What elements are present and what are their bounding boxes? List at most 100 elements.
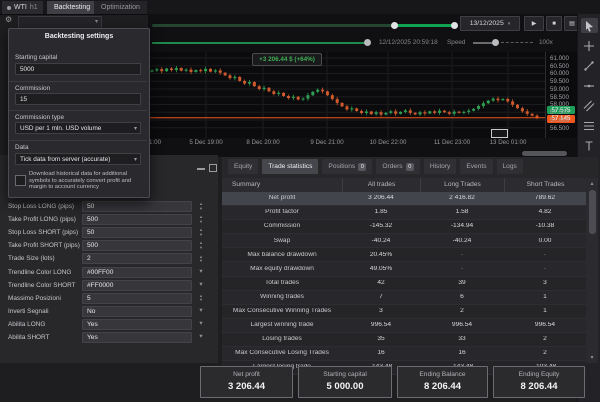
tab-optimization[interactable]: Optimization <box>94 1 147 14</box>
stepper-icon[interactable]: ▴ ▾ <box>192 201 210 211</box>
tab-logs[interactable]: Logs <box>496 159 523 174</box>
stop-icon: ■ <box>552 20 556 27</box>
tab-backtesting[interactable]: Backtesting <box>47 1 98 14</box>
stop-button[interactable]: ■ <box>546 16 562 31</box>
expand-panel-icon[interactable] <box>209 164 217 172</box>
instrument-label: WTI <box>14 4 27 11</box>
horizontal-line-icon[interactable] <box>581 78 598 93</box>
download-data-checkbox[interactable] <box>15 175 26 186</box>
commission-input[interactable]: 15 <box>15 93 141 105</box>
crosshair-icon[interactable] <box>581 38 598 53</box>
playback-progress[interactable] <box>152 42 368 44</box>
speed-slider-remainder <box>501 42 533 43</box>
range-end-handle[interactable] <box>451 22 458 29</box>
parameter-value-input[interactable]: 2 <box>82 253 192 265</box>
fibonacci-retracement-icon[interactable] <box>581 118 598 133</box>
starting-capital-input[interactable]: 5000 <box>15 63 141 75</box>
time-tick: 1:00 <box>149 139 162 146</box>
stats-row[interactable]: Max balance drawdown 20.45% - - <box>222 248 586 263</box>
end-date-value: 13/12/2025 <box>469 20 504 27</box>
stats-row[interactable]: Largest winning trade 996.54 996.54 996.54 <box>222 318 586 333</box>
chart-horizontal-scrollbar[interactable] <box>522 151 567 156</box>
stats-row[interactable]: Swap -40.24 -40.24 0.00 <box>222 234 586 249</box>
stats-row[interactable]: Commission -145.32 -134.94 -10.38 <box>222 220 586 235</box>
parameter-label: Inverti Segnali <box>8 307 49 315</box>
stats-row[interactable]: Max Consecutive Winning Trades 3 2 1 <box>222 304 586 319</box>
tab-events[interactable]: Events <box>460 159 493 174</box>
parameters-list: Stop Loss LONG (pips) 50 ▴ ▾ Take Profit LON… <box>0 200 218 344</box>
backtesting-settings-popup: Backtesting settings Starting capital 50… <box>8 28 150 198</box>
tab-trade-statistics[interactable]: Trade statistics <box>262 159 319 174</box>
stat-value: 996.54 <box>370 322 392 329</box>
scroll-down-icon[interactable]: ▾ <box>586 354 598 361</box>
tab-chart-wti[interactable]: WTI h1 <box>2 1 43 14</box>
parameter-value-input[interactable]: #FF0000 <box>82 279 192 291</box>
trend-line-icon[interactable] <box>581 58 598 73</box>
parameter-value-input[interactable]: 500 <box>82 214 192 226</box>
parameter-value-input[interactable]: No <box>82 305 192 317</box>
speed-slider[interactable] <box>473 42 494 44</box>
price-tick: 58.500 <box>550 93 569 101</box>
stepper-icon[interactable]: ▴ ▾ <box>192 227 210 237</box>
parameter-label: Stop Loss SHORT (pips) <box>8 229 79 237</box>
stats-row[interactable]: Winning trades 7 6 1 <box>222 290 586 305</box>
scroll-up-icon[interactable]: ▴ <box>586 180 598 187</box>
stepper-icon[interactable]: ▴ ▾ <box>192 240 210 250</box>
tab-label: Events <box>466 163 487 170</box>
parameter-label: Take Profit LONG (pips) <box>8 216 76 224</box>
tab-history[interactable]: History <box>423 159 457 174</box>
chevron-down-icon[interactable]: ▾ <box>192 268 210 276</box>
range-start-handle[interactable] <box>391 22 398 29</box>
summary-label: Starting capital <box>323 371 367 378</box>
data-source-select[interactable]: Tick data from server (accurate) ▾ <box>15 153 141 165</box>
stat-value: -10.38 <box>535 223 555 230</box>
stepper-icon[interactable]: ▴ ▾ <box>192 254 210 264</box>
tab-positions[interactable]: Positions 0 <box>322 159 373 174</box>
chevron-down-icon[interactable]: ▾ <box>192 308 210 315</box>
parameter-value-input[interactable]: Yes <box>82 331 192 343</box>
tab-orders[interactable]: Orders 0 <box>376 159 420 174</box>
stats-row[interactable]: Max Consecutive Losing Trades 16 16 2 <box>222 347 586 362</box>
summary-label: Net profit <box>233 371 260 378</box>
gear-icon[interactable]: ⚙ <box>5 15 12 24</box>
tab-label: Logs <box>502 163 517 170</box>
tab-label: Orders <box>382 163 403 170</box>
scrollbar-thumb[interactable] <box>588 190 596 234</box>
parameter-value-input[interactable]: 50 <box>82 201 192 213</box>
tab-optimization-label: Optimization <box>101 4 140 11</box>
stepper-icon[interactable]: ▴ ▾ <box>192 293 210 303</box>
minimize-panel-icon[interactable] <box>197 168 205 170</box>
price-chart[interactable] <box>148 52 545 138</box>
stats-scrollbar[interactable]: ▴ ▾ <box>586 178 598 363</box>
chevron-down-icon[interactable]: ▾ <box>192 321 210 328</box>
stat-value: 33 <box>458 336 466 343</box>
stats-row[interactable]: Net profit 3 206.44 2 416.82 789.62 <box>222 192 586 207</box>
chevron-down-icon[interactable]: ▾ <box>192 281 210 289</box>
parameter-value-input[interactable]: #00FF00 <box>82 266 192 278</box>
parameter-label: Trendline Color SHORT <box>8 281 76 289</box>
text-icon[interactable] <box>581 138 598 153</box>
stats-row[interactable]: Total trades 42 39 3 <box>222 276 586 291</box>
parameter-row: Stop Loss LONG (pips) 50 ▴ ▾ <box>0 200 218 213</box>
stats-row[interactable]: Losing trades 35 33 2 <box>222 332 586 348</box>
cursor-icon[interactable] <box>580 18 598 33</box>
commission-type-select[interactable]: USD per 1 mln. USD volume ▾ <box>15 122 141 134</box>
stats-row[interactable]: Max equity drawdown 49.05% - - <box>222 262 586 277</box>
stepper-icon[interactable]: ▴ ▾ <box>192 214 210 224</box>
report-button[interactable]: ▤ <box>564 16 577 31</box>
parameter-value-input[interactable]: 500 <box>82 240 192 252</box>
backtesting-window: WTI h1 Backtesting Optimization ⚙ ▾ 13/1… <box>0 0 600 402</box>
tab-equity[interactable]: Equity <box>228 159 259 174</box>
stats-row[interactable]: Profit factor 1.85 1.58 4.82 <box>222 206 586 221</box>
playback-position-handle[interactable] <box>364 39 371 46</box>
stat-value: 49.05% <box>369 265 393 272</box>
end-date-dropdown[interactable]: 13/12/2025 ▾ <box>460 16 520 31</box>
parameter-value-input[interactable]: 5 <box>82 292 192 304</box>
parameter-value-input[interactable]: 50 <box>82 227 192 239</box>
chevron-down-icon[interactable]: ▾ <box>192 334 210 341</box>
parameter-value-input[interactable]: Yes <box>82 318 192 330</box>
top-tab-bar: WTI h1 Backtesting Optimization <box>0 0 600 15</box>
play-button[interactable]: ▶ <box>524 16 544 31</box>
speed-handle[interactable] <box>492 39 499 46</box>
equidistant-channel-icon[interactable] <box>581 98 598 113</box>
